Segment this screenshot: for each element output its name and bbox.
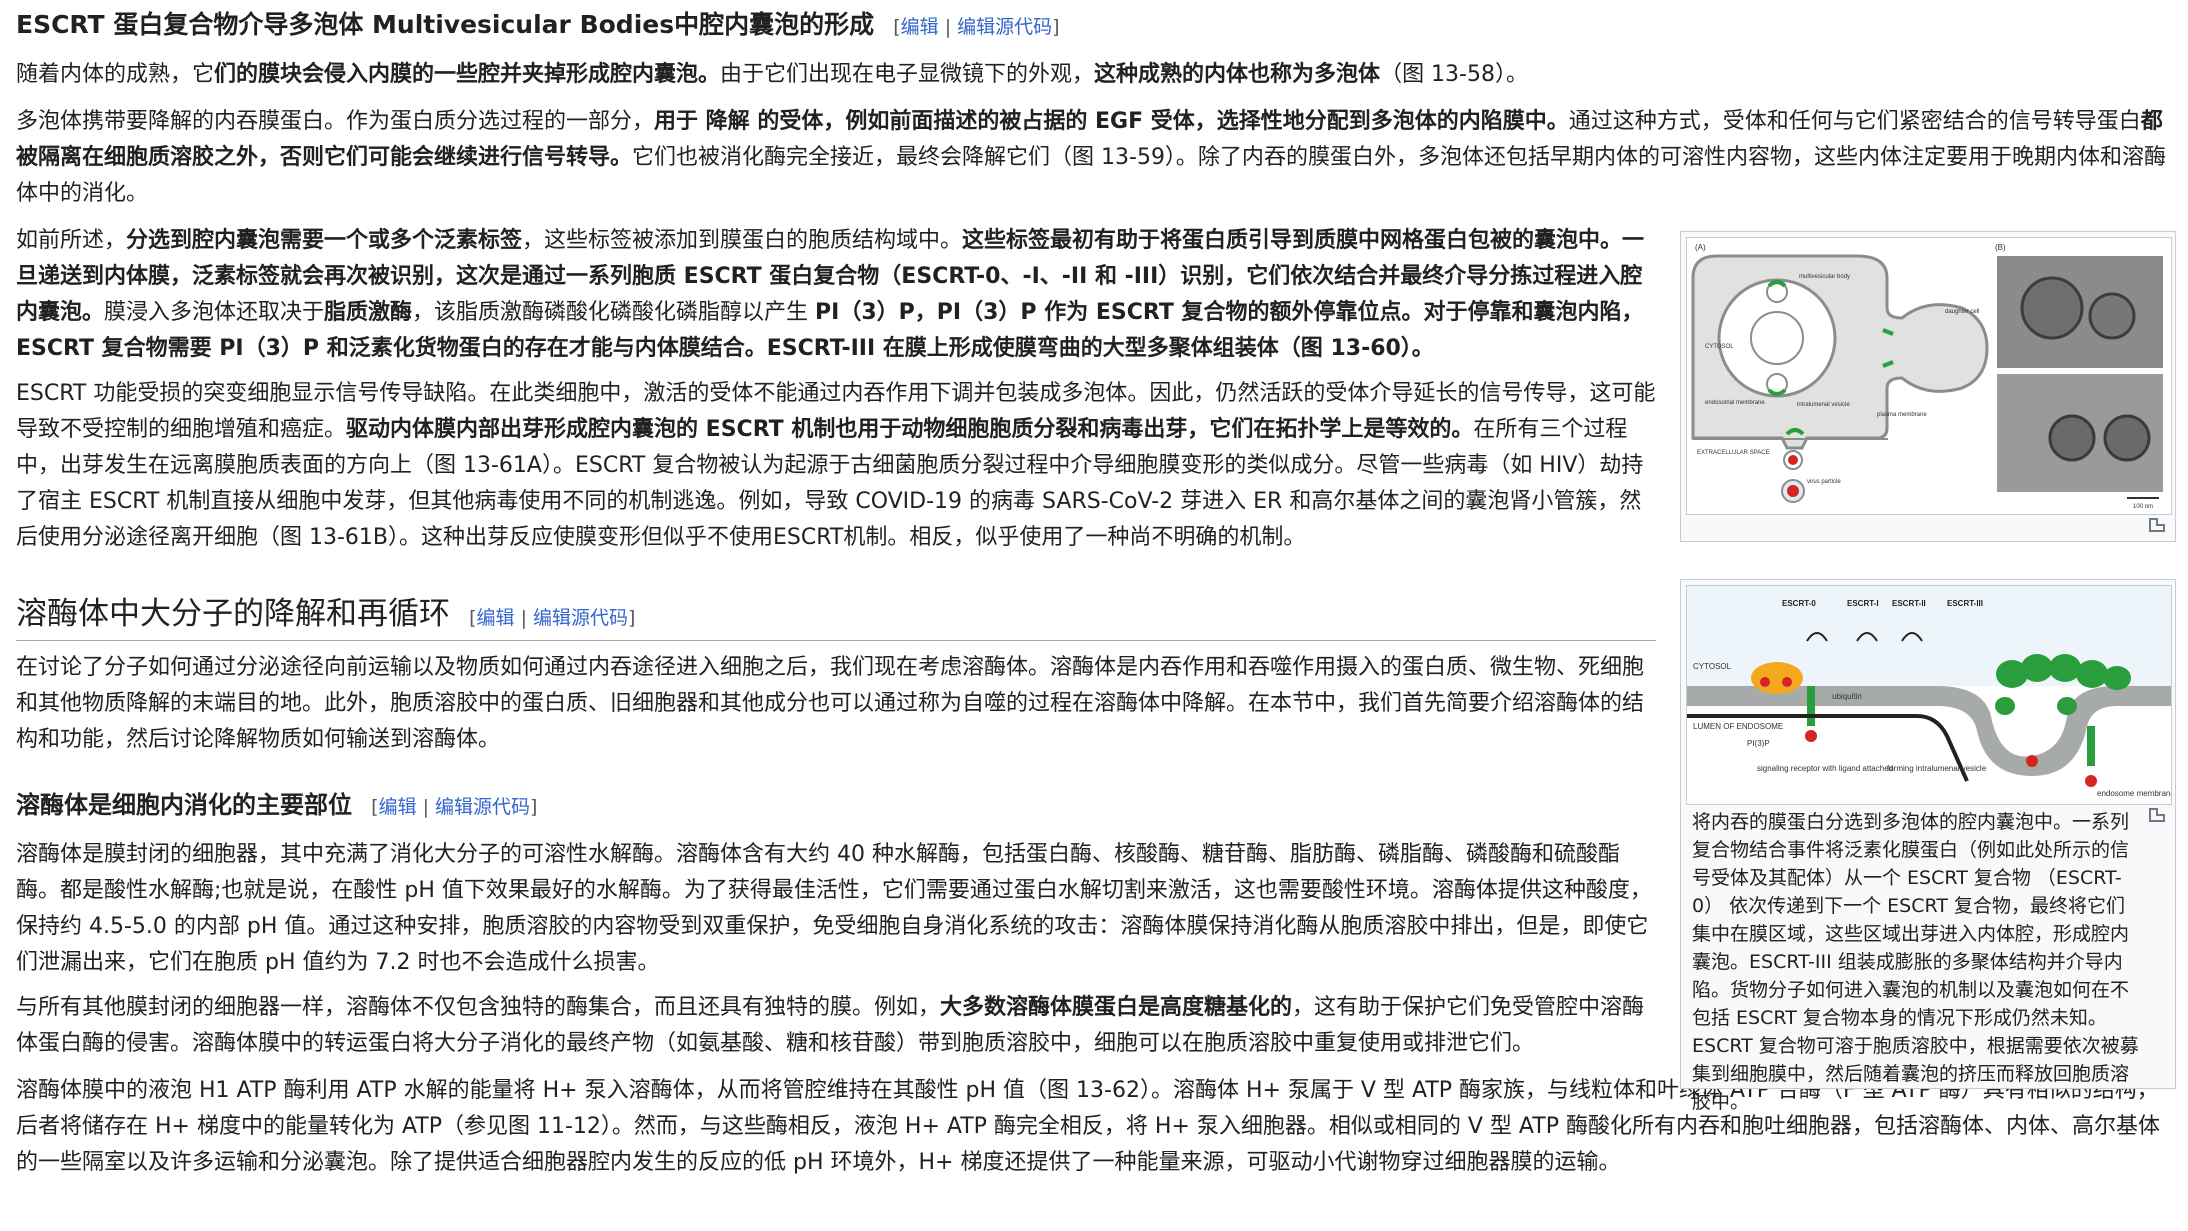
- svg-text:endosome membrane: endosome membrane: [2097, 789, 2171, 798]
- figure-thumbnail-13-60: ESCRT-0 ESCRT-I ESCRT-II ESCRT-III CYTOS…: [1680, 579, 2176, 1113]
- heading-divider: [16, 640, 1656, 641]
- paragraph: 随着内体的成熟，它们的膜块会侵入内膜的一些腔并夹掉形成腔内囊泡。由于它们出现在电…: [16, 62, 1528, 87]
- magnify-icon[interactable]: [2149, 518, 2165, 532]
- figure-caption: 将内吞的膜蛋白分选到多泡体的腔内囊泡中。一系列复合物结合事件将泛素化膜蛋白（例如…: [1692, 811, 2139, 1113]
- svg-text:endosomal membrane: endosomal membrane: [1705, 400, 1765, 406]
- svg-text:(B): (B): [1995, 243, 2006, 252]
- edit-link[interactable]: 编辑: [477, 607, 515, 629]
- figure-thumbnail-13-61: (A) (B) multivesicular body daughter cel…: [1680, 231, 2176, 542]
- edit-source-link[interactable]: 编辑源代码: [533, 607, 628, 629]
- svg-text:PI(3)P: PI(3)P: [1747, 739, 1770, 748]
- edit-link[interactable]: 编辑: [901, 16, 939, 38]
- escrt-budding-diagram: (A) (B) multivesicular body daughter cel…: [1687, 238, 2171, 514]
- escrt-sorting-diagram: ESCRT-0 ESCRT-I ESCRT-II ESCRT-III CYTOS…: [1687, 586, 2175, 804]
- paragraph: 多泡体携带要降解的内吞膜蛋白。作为蛋白质分选过程的一部分，用于 降解 的受体，例…: [16, 109, 2166, 206]
- svg-text:multivesicular body: multivesicular body: [1799, 274, 1850, 280]
- edit-links: [编辑 | 编辑源代码]: [469, 607, 636, 629]
- svg-text:ESCRT-II: ESCRT-II: [1892, 599, 1926, 608]
- paragraph: ESCRT 功能受损的突变细胞显示信号传导缺陷。在此类细胞中，激活的受体不能通过…: [16, 381, 1656, 550]
- section-title: 溶酶体中大分子的降解和再循环: [16, 596, 450, 632]
- section-title: ESCRT 蛋白复合物介导多泡体 Multivesicular Bodies中腔…: [16, 10, 875, 39]
- paragraph: 溶酶体是膜封闭的细胞器，其中充满了消化大分子的可溶性水解酶。溶酶体含有大约 40…: [16, 842, 1652, 975]
- edit-source-link[interactable]: 编辑源代码: [435, 796, 530, 818]
- svg-text:intralumenal vesicle: intralumenal vesicle: [1797, 402, 1850, 408]
- svg-text:ESCRT-III: ESCRT-III: [1947, 599, 1983, 608]
- section-heading-lysosome: 溶酶体中大分子的降解和再循环 [编辑 | 编辑源代码]: [16, 592, 635, 636]
- paragraph: 在讨论了分子如何通过分泌途径向前运输以及物质如何通过内吞途径进入细胞之后，我们现…: [16, 655, 1645, 752]
- svg-text:forming intralumenal vesicle: forming intralumenal vesicle: [1887, 764, 1987, 773]
- paragraph: 与所有其他膜封闭的细胞器一样，溶酶体不仅包含独特的酶集合，而且还具有独特的膜。例…: [16, 995, 1645, 1056]
- svg-text:LUMEN OF ENDOSOME: LUMEN OF ENDOSOME: [1693, 722, 1783, 731]
- svg-text:daughter cell: daughter cell: [1945, 309, 1979, 315]
- svg-text:CYTOSOL: CYTOSOL: [1705, 344, 1734, 350]
- figure-image[interactable]: (A) (B) multivesicular body daughter cel…: [1686, 237, 2172, 515]
- svg-text:(A): (A): [1695, 243, 1706, 252]
- paragraph: 如前所述，分选到腔内囊泡需要一个或多个泛素标签，这些标签被添加到膜蛋白的胞质结构…: [16, 228, 1645, 361]
- edit-links: [编辑 | 编辑源代码]: [371, 796, 538, 818]
- svg-text:ubiquitin: ubiquitin: [1832, 692, 1862, 701]
- svg-text:100 nm: 100 nm: [2133, 504, 2153, 510]
- section-heading-digestion: 溶酶体是细胞内消化的主要部位 [编辑 | 编辑源代码]: [16, 786, 537, 824]
- figure-image[interactable]: ESCRT-0 ESCRT-I ESCRT-II ESCRT-III CYTOS…: [1686, 585, 2175, 805]
- svg-text:EXTRACELLULAR SPACE: EXTRACELLULAR SPACE: [1697, 450, 1770, 456]
- svg-text:virus particle: virus particle: [1807, 479, 1841, 485]
- svg-text:CYTOSOL: CYTOSOL: [1693, 662, 1732, 671]
- section-title: 溶酶体是细胞内消化的主要部位: [16, 791, 352, 819]
- edit-source-link[interactable]: 编辑源代码: [957, 16, 1052, 38]
- svg-text:plasma membrane: plasma membrane: [1877, 412, 1927, 418]
- section-heading-escrt: ESCRT 蛋白复合物介导多泡体 Multivesicular Bodies中腔…: [16, 4, 1060, 46]
- svg-text:signaling receptor with ligand: signaling receptor with ligand attached: [1757, 764, 1893, 773]
- edit-link[interactable]: 编辑: [379, 796, 417, 818]
- svg-text:ESCRT-I: ESCRT-I: [1847, 599, 1879, 608]
- svg-text:ESCRT-0: ESCRT-0: [1782, 599, 1816, 608]
- magnify-icon[interactable]: [2149, 808, 2165, 822]
- edit-links: [编辑 | 编辑源代码]: [893, 16, 1060, 38]
